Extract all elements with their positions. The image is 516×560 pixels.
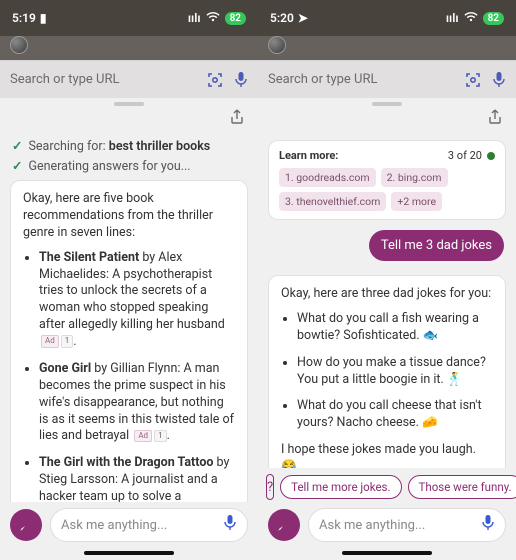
new-topic-button[interactable] bbox=[10, 509, 42, 541]
learn-more-label: Learn more: bbox=[279, 149, 338, 162]
screen-right: 5:20 ➤ ıılı 82 Search or type URL bbox=[258, 0, 516, 560]
suggestions-row: ? Tell me more jokes. Those were funny. bbox=[258, 468, 516, 502]
mic-icon[interactable] bbox=[234, 71, 248, 89]
composer-input[interactable]: Ask me anything... bbox=[50, 508, 248, 542]
list-item: How do you make a tissue dance? You put … bbox=[297, 355, 493, 389]
tab-strip bbox=[258, 36, 516, 60]
scan-icon[interactable] bbox=[464, 71, 482, 89]
chat-area[interactable]: Learn more: 3 of 20 1. goodreads.com 2. … bbox=[258, 134, 516, 468]
location-icon: ➤ bbox=[298, 11, 308, 25]
composer-placeholder: Ask me anything... bbox=[61, 518, 223, 533]
url-bar[interactable]: Search or type URL bbox=[258, 60, 516, 98]
signal-icon: ıılı bbox=[446, 11, 459, 25]
message-intro: Okay, here are three dad jokes for you: bbox=[281, 286, 493, 303]
url-placeholder: Search or type URL bbox=[268, 72, 464, 87]
list-item: What do you call a fish wearing a bowtie… bbox=[297, 311, 493, 345]
check-icon: ✓ bbox=[12, 158, 22, 174]
composer-input[interactable]: Ask me anything... bbox=[308, 508, 506, 542]
assistant-message: Okay, here are three dad jokes for you: … bbox=[268, 275, 506, 468]
check-icon: ✓ bbox=[12, 138, 22, 154]
generating-status: ✓ Generating answers for you... bbox=[12, 158, 246, 174]
status-dot bbox=[487, 152, 495, 160]
status-time: 5:20 bbox=[270, 11, 294, 25]
status-bar: 5:19 ▮ ıılı 82 bbox=[0, 0, 258, 36]
message-intro: Okay, here are five book recommendations… bbox=[23, 191, 235, 242]
battery-icon: 82 bbox=[483, 12, 504, 25]
composer-placeholder: Ask me anything... bbox=[319, 518, 481, 533]
wifi-icon bbox=[464, 11, 478, 25]
ad-badge: Ad bbox=[41, 335, 59, 348]
sheet-header bbox=[258, 98, 516, 134]
assistant-message: Okay, here are five book recommendations… bbox=[10, 180, 248, 502]
ref-badge[interactable]: 1 bbox=[61, 335, 74, 348]
grabber-handle[interactable] bbox=[372, 102, 402, 106]
source-chip[interactable]: 2. bing.com bbox=[381, 168, 448, 187]
avatar[interactable] bbox=[268, 36, 286, 54]
list-item: Gone Girl by Gillian Flynn: A man become… bbox=[39, 361, 235, 445]
url-placeholder: Search or type URL bbox=[10, 72, 206, 87]
url-bar[interactable]: Search or type URL bbox=[0, 60, 258, 98]
source-chip[interactable]: 3. thenovelthief.com bbox=[279, 192, 386, 211]
suggestion-chip[interactable]: Tell me more jokes. bbox=[280, 475, 401, 499]
share-icon[interactable] bbox=[486, 108, 504, 130]
learn-more-card: Learn more: 3 of 20 1. goodreads.com 2. … bbox=[268, 140, 506, 220]
mic-icon[interactable] bbox=[223, 514, 237, 536]
mic-icon[interactable] bbox=[481, 514, 495, 536]
composer: Ask me anything... bbox=[0, 502, 258, 548]
composer: Ask me anything... bbox=[258, 502, 516, 548]
source-chip[interactable]: 1. goodreads.com bbox=[279, 168, 376, 187]
list-item: The Silent Patient by Alex Michaelides: … bbox=[39, 250, 235, 351]
tab-strip bbox=[0, 36, 258, 60]
home-indicator[interactable] bbox=[0, 548, 258, 560]
status-bar: 5:20 ➤ ıılı 82 bbox=[258, 0, 516, 36]
avatar[interactable] bbox=[10, 36, 28, 54]
user-message: Tell me 3 dad jokes bbox=[369, 230, 504, 261]
sheet-header bbox=[0, 98, 258, 134]
help-button[interactable]: ? bbox=[266, 474, 274, 500]
ref-badge[interactable]: 1 bbox=[154, 430, 167, 443]
screen-left: 5:19 ▮ ıılı 82 Search or type URL bbox=[0, 0, 258, 560]
scan-icon[interactable] bbox=[206, 71, 224, 89]
ad-badge: Ad bbox=[134, 430, 152, 443]
suggestion-chip[interactable]: Those were funny. bbox=[408, 475, 516, 499]
status-time: 5:19 bbox=[12, 11, 36, 25]
list-item: The Girl with the Dragon Tattoo by Stieg… bbox=[39, 455, 235, 502]
share-icon[interactable] bbox=[228, 108, 246, 130]
list-item: What do you call cheese that isn't yours… bbox=[297, 398, 493, 432]
learn-count: 3 of 20 bbox=[448, 149, 482, 162]
battery-icon: 82 bbox=[225, 12, 246, 25]
recording-icon: ▮ bbox=[40, 11, 47, 25]
home-indicator[interactable] bbox=[258, 548, 516, 560]
searching-status: ✓ Searching for: best thriller books bbox=[12, 138, 246, 154]
source-chip-more[interactable]: +2 more bbox=[391, 192, 442, 211]
signal-icon: ıılı bbox=[188, 11, 201, 25]
chat-area[interactable]: ✓ Searching for: best thriller books ✓ G… bbox=[0, 134, 258, 502]
message-outro: I hope these jokes made you laugh. 😂 bbox=[281, 442, 493, 468]
mic-icon[interactable] bbox=[492, 71, 506, 89]
grabber-handle[interactable] bbox=[114, 102, 144, 106]
wifi-icon bbox=[206, 11, 220, 25]
new-topic-button[interactable] bbox=[268, 509, 300, 541]
